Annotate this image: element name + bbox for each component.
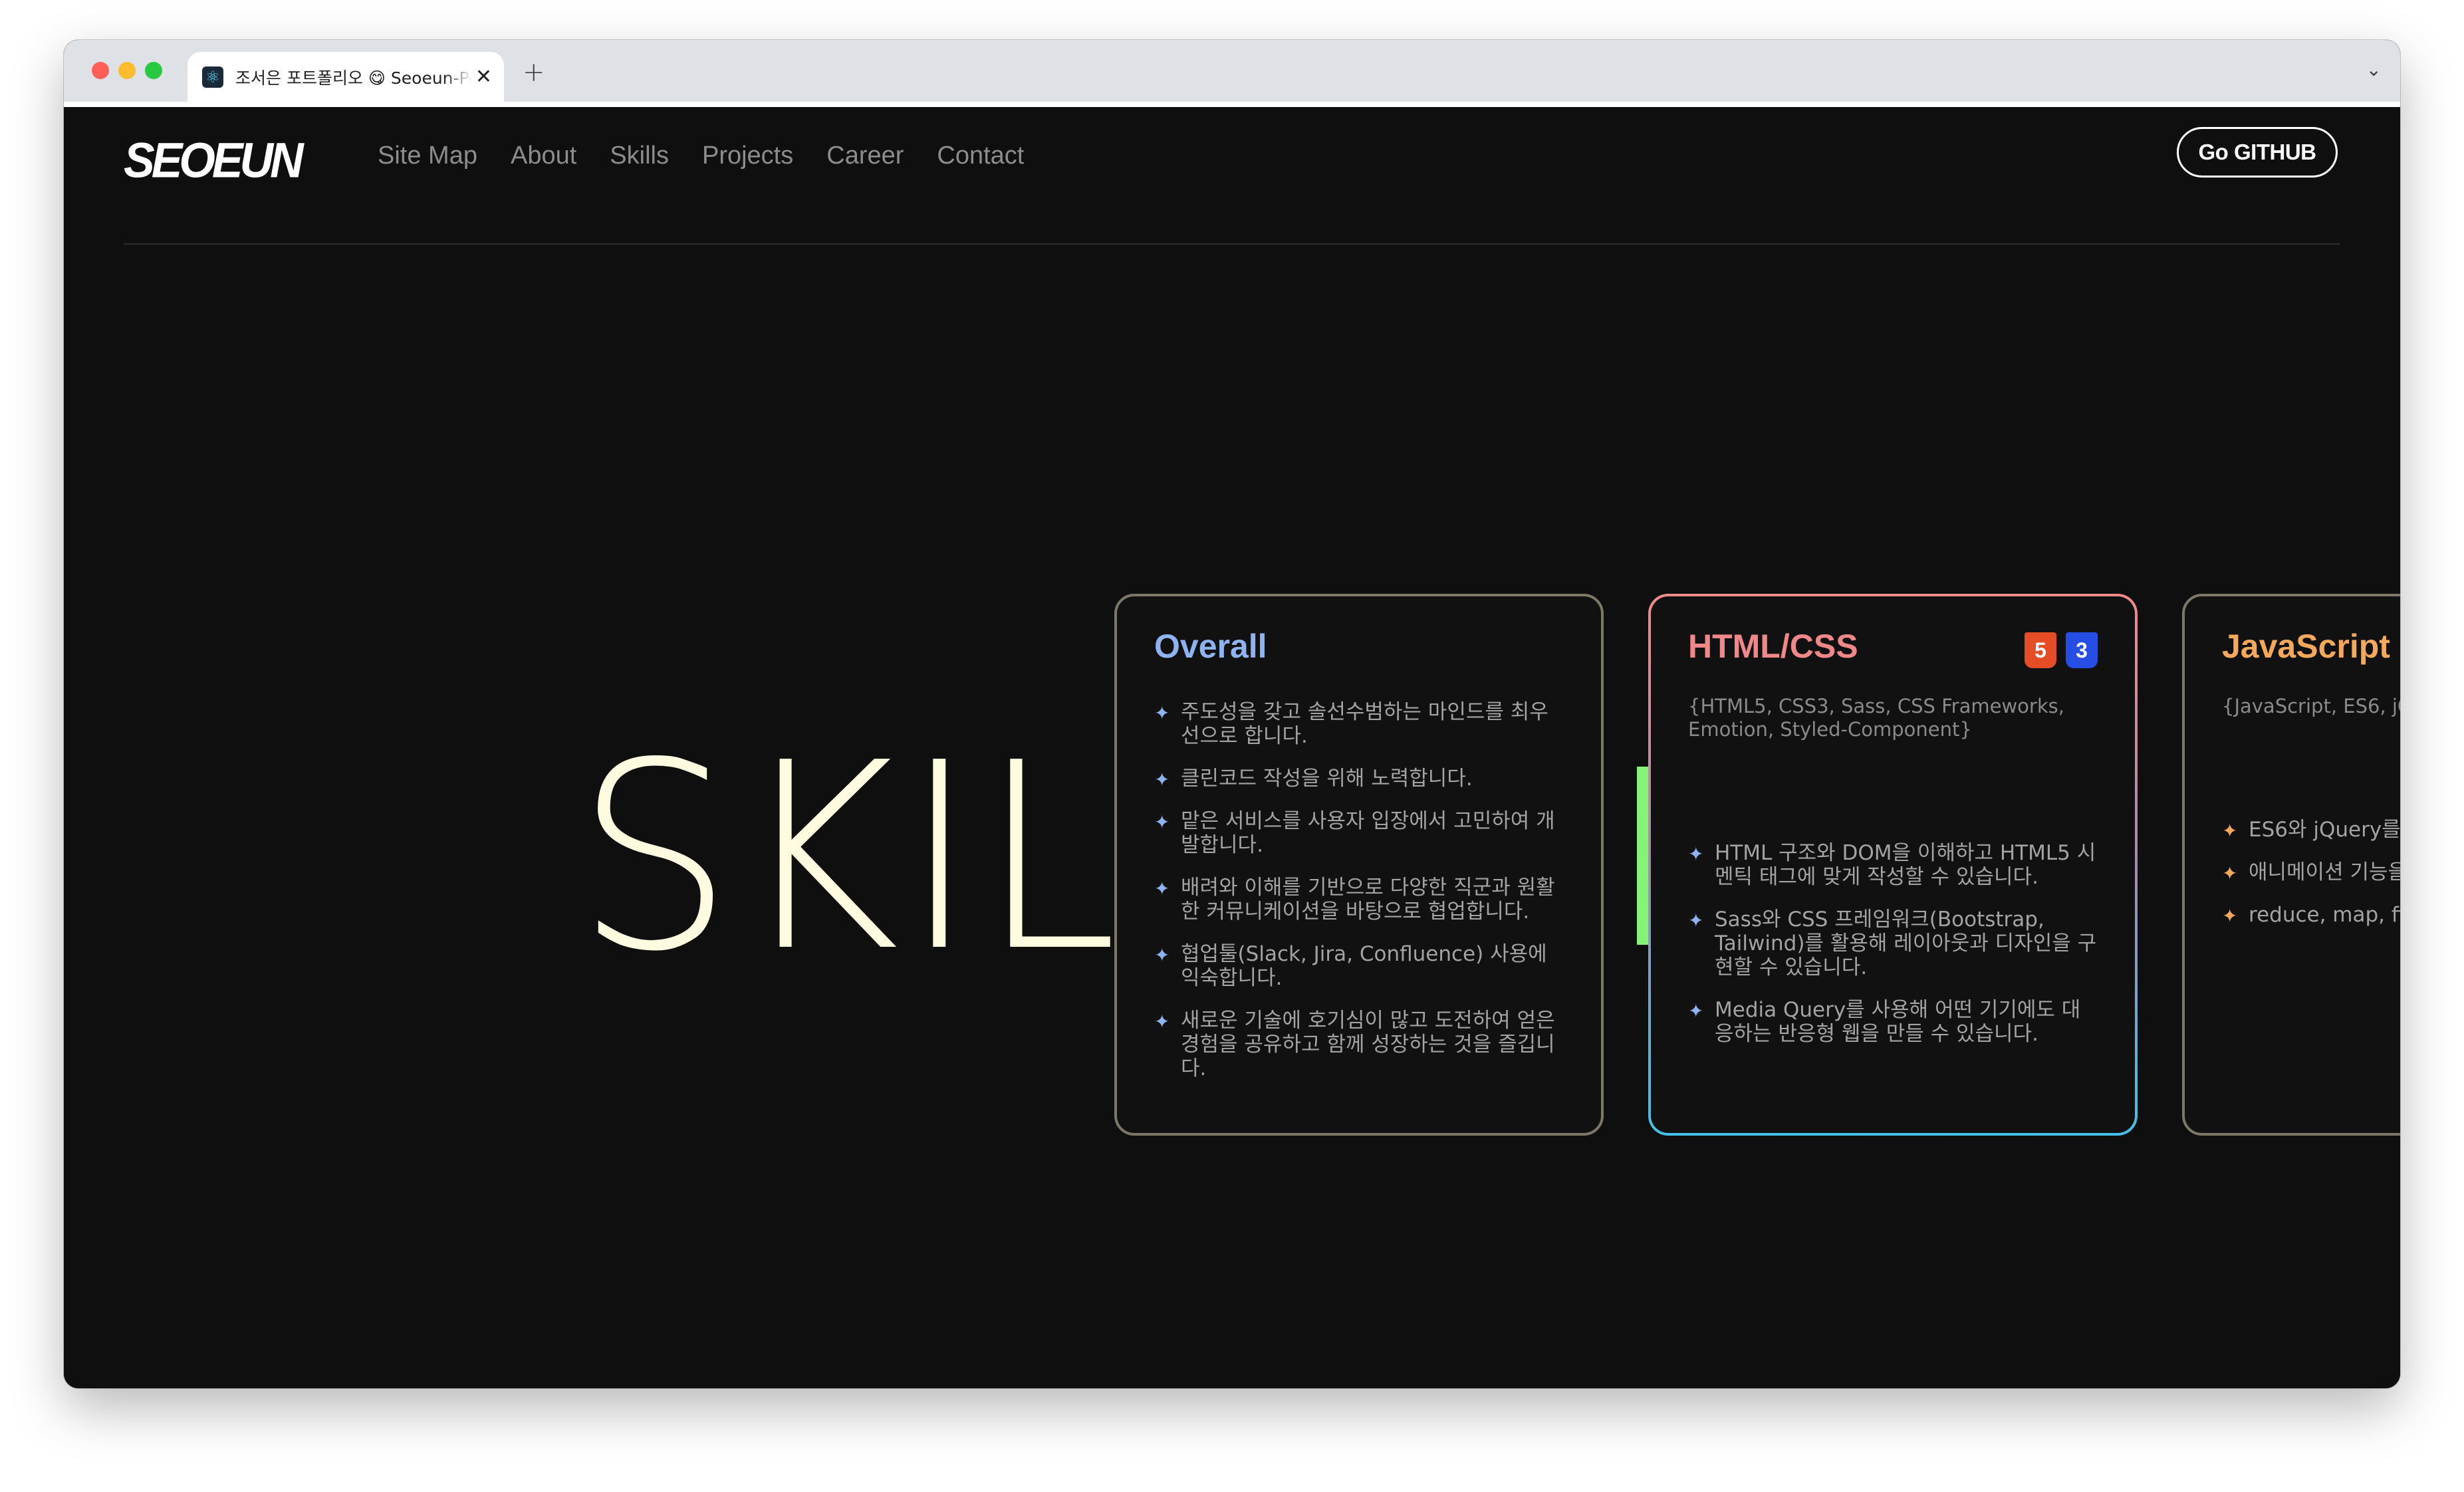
list-item-text: 새로운 기술에 호기심이 많고 도전하여 얻은 경험을 공유하고 함께 성장하는… xyxy=(1181,1009,1555,1080)
sparkle-bullet-icon: ✦ xyxy=(2222,820,2238,842)
main-nav: Site Map About Skills Projects Career Co… xyxy=(378,142,1024,170)
list-item: ✦ 맡은 서비스를 사용자 입장에서 고민하여 개발합니다. xyxy=(1154,809,1564,857)
list-item-text: ES6와 jQuery를 AJAX로 데이터를 xyxy=(2249,818,2400,842)
tab-title: 조서은 포트폴리오 😋 Seoeun-Portfolio xyxy=(235,68,472,88)
list-item-text: Sass와 CSS 프레임워크(Bootstrap, Tailwind)를 활용… xyxy=(1715,908,2097,979)
browser-window: ⚛ 조서은 포트폴리오 😋 Seoeun-Portfolio ✕ + ⌄ SEO… xyxy=(64,40,2400,1388)
list-item-text: 애니메이션 기능을 부드럽고 생동감 있 xyxy=(2249,860,2400,884)
skill-card-javascript: JavaScript {JavaScript, ES6, jQuery ✦ ES6… xyxy=(2182,594,2400,1136)
card-title: JavaScript xyxy=(2222,628,2390,665)
card-subtitle: {JavaScript, ES6, jQuery xyxy=(2222,695,2400,717)
list-item: ✦ 애니메이션 기능을 부드럽고 생동감 있 xyxy=(2222,860,2400,884)
sparkle-bullet-icon: ✦ xyxy=(1154,769,1170,791)
list-item-text: 협업툴(Slack, Jira, Confluence) 사용에 익숙합니다. xyxy=(1181,942,1547,990)
header-divider xyxy=(124,243,2340,245)
card-list: ✦ ES6와 jQuery를 AJAX로 데이터를 ✦ 애니메이션 기능을 부드럽고 … xyxy=(2222,818,2400,927)
list-item-text: 주도성을 갖고 솔선수범하는 마인드를 최우선으로 합니다. xyxy=(1181,700,1548,748)
nav-contact[interactable]: Contact xyxy=(937,142,1024,170)
nav-about[interactable]: About xyxy=(511,142,576,170)
list-item: ✦ reduce, map, fi 적극적으로 활용합 xyxy=(2222,903,2400,927)
list-item-text: HTML 구조와 DOM을 이해하고 HTML5 시멘틱 태그에 맞게 작성할 … xyxy=(1715,841,2096,889)
skill-card-overall: Overall ✦ 주도성을 갖고 솔선수범하는 마인드를 최우선으로 합니다. ✦… xyxy=(1114,594,1604,1136)
card-list: ✦ HTML 구조와 DOM을 이해하고 HTML5 시멘틱 태그에 맞게 작성할… xyxy=(1688,841,2098,1046)
sparkle-bullet-icon: ✦ xyxy=(1688,843,1704,865)
card-subtitle: {HTML5, CSS3, Sass, CSS Frameworks, Emot… xyxy=(1688,695,2064,741)
site-logo[interactable]: SEOEUN xyxy=(124,132,304,189)
sparkle-bullet-icon: ✦ xyxy=(2222,905,2238,927)
go-github-button[interactable]: Go GITHUB xyxy=(2177,127,2338,178)
nav-career[interactable]: Career xyxy=(826,142,904,170)
list-item: ✦ 새로운 기술에 호기심이 많고 도전하여 얻은 경험을 공유하고 함께 성장하… xyxy=(1154,1009,1564,1080)
list-item: ✦ Sass와 CSS 프레임워크(Bootstrap, Tailwind)를 활… xyxy=(1688,908,2098,979)
sparkle-bullet-icon: ✦ xyxy=(1154,878,1170,900)
browser-tab[interactable]: ⚛ 조서은 포트폴리오 😋 Seoeun-Portfolio ✕ xyxy=(187,52,504,102)
sparkle-bullet-icon: ✦ xyxy=(1154,944,1170,966)
minimize-window-button[interactable] xyxy=(118,62,136,79)
sparkle-bullet-icon: ✦ xyxy=(2222,862,2238,884)
sparkle-bullet-icon: ✦ xyxy=(1154,702,1170,724)
toolbar-strip xyxy=(64,102,2400,107)
sparkle-bullet-icon: ✦ xyxy=(1154,1011,1170,1033)
list-item: ✦ 배려와 이해를 기반으로 다양한 직군과 원활한 커뮤니케이션을 바탕으로 협… xyxy=(1154,876,1564,924)
close-window-button[interactable] xyxy=(92,62,109,79)
list-item: ✦ HTML 구조와 DOM을 이해하고 HTML5 시멘틱 태그에 맞게 작성할… xyxy=(1688,841,2098,889)
css3-icon: 3 xyxy=(2066,632,2098,668)
list-item: ✦ 주도성을 갖고 솔선수범하는 마인드를 최우선으로 합니다. xyxy=(1154,700,1564,748)
list-item-text: 배려와 이해를 기반으로 다양한 직군과 원활한 커뮤니케이션을 바탕으로 협업… xyxy=(1181,876,1555,924)
tech-icons: 5 3 xyxy=(2025,632,2098,668)
tab-bar: ⚛ 조서은 포트폴리오 😋 Seoeun-Portfolio ✕ + ⌄ xyxy=(64,40,2400,102)
tab-search-chevron-icon[interactable]: ⌄ xyxy=(2366,59,2382,80)
list-item: ✦ 협업툴(Slack, Jira, Confluence) 사용에 익숙합니다. xyxy=(1154,942,1564,990)
list-item-text: 클린코드 작성을 위해 노력합니다. xyxy=(1181,767,1473,791)
sparkle-bullet-icon: ✦ xyxy=(1688,910,1704,932)
maximize-window-button[interactable] xyxy=(145,62,162,79)
close-tab-icon[interactable]: ✕ xyxy=(475,65,492,88)
list-item-text: Media Query를 사용해 어떤 기기에도 대응하는 반응형 웹을 만들 … xyxy=(1715,998,2081,1046)
card-title: Overall xyxy=(1154,628,1267,665)
window-controls xyxy=(92,62,162,79)
react-favicon-icon: ⚛ xyxy=(202,66,223,88)
nav-skills[interactable]: Skills xyxy=(610,142,669,170)
nav-site-map[interactable]: Site Map xyxy=(378,142,477,170)
card-list: ✦ 주도성을 갖고 솔선수범하는 마인드를 최우선으로 합니다. ✦ 클린코드 작성을… xyxy=(1154,700,1564,1080)
list-item-text: 맡은 서비스를 사용자 입장에서 고민하여 개발합니다. xyxy=(1181,809,1555,857)
nav-projects[interactable]: Projects xyxy=(702,142,793,170)
list-item: ✦ 클린코드 작성을 위해 노력합니다. xyxy=(1154,767,1564,791)
list-item: ✦ ES6와 jQuery를 AJAX로 데이터를 xyxy=(2222,818,2400,842)
sparkle-bullet-icon: ✦ xyxy=(1688,1000,1704,1022)
list-item-text: reduce, map, fi 적극적으로 활용합 xyxy=(2249,903,2400,927)
sparkle-bullet-icon: ✦ xyxy=(1154,811,1170,833)
list-item: ✦ Media Query를 사용해 어떤 기기에도 대응하는 반응형 웹을 만들… xyxy=(1688,998,2098,1046)
skill-card-html-css: HTML/CSS 5 3 {HTML5, CSS3, Sass, CSS Fra… xyxy=(1648,594,2138,1136)
page-content: SEOEUN Site Map About Skills Projects Ca… xyxy=(64,107,2400,1388)
new-tab-button[interactable]: + xyxy=(523,57,545,88)
html5-icon: 5 xyxy=(2025,632,2056,668)
